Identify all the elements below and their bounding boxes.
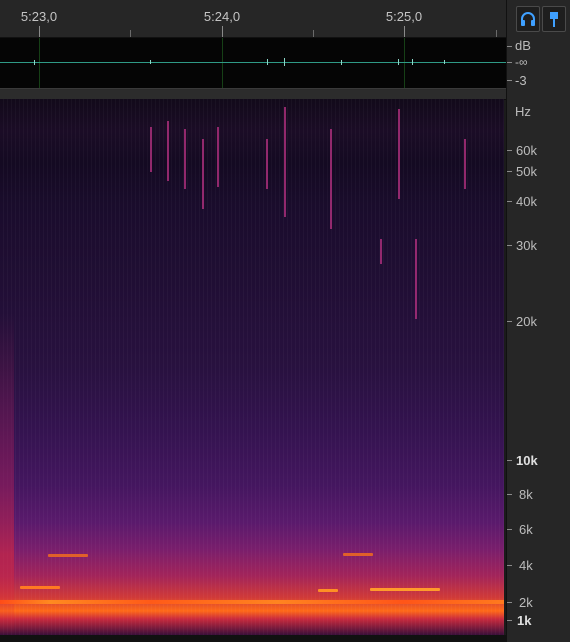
waveform-peak	[412, 59, 413, 65]
hz-label: 10k	[516, 453, 538, 468]
ruler-tick	[313, 30, 314, 37]
spectrogram-view[interactable]	[0, 99, 504, 635]
scale-tick	[507, 245, 512, 246]
spectral-trace	[217, 127, 219, 187]
ruler-tick	[222, 26, 223, 37]
hz-label: 60k	[516, 143, 537, 158]
marker-button[interactable]	[542, 6, 566, 32]
hz-label: 1k	[517, 613, 532, 628]
scale-tick	[507, 529, 512, 530]
scale-tick	[507, 201, 512, 202]
spectral-trace	[415, 239, 417, 319]
waveform-peak	[34, 60, 35, 65]
ruler-tick	[496, 30, 497, 37]
scale-tick	[507, 565, 512, 566]
db-label: -3	[515, 73, 527, 88]
scale-tick	[507, 620, 512, 621]
spectral-hot-band	[0, 600, 504, 604]
hz-unit-label: Hz	[515, 104, 531, 119]
spectral-hotspot	[370, 588, 440, 591]
scale-tick	[507, 150, 512, 151]
scale-tick	[507, 171, 512, 172]
waveform-peak	[398, 59, 399, 65]
spectral-trace	[284, 107, 286, 217]
scale-tick	[507, 46, 512, 47]
waveform-peak	[341, 60, 342, 65]
hz-label: 4k	[519, 558, 533, 573]
hz-label: 40k	[516, 194, 537, 209]
grid-line	[222, 38, 223, 88]
time-label: 5:25,0	[385, 9, 423, 24]
spectral-trace	[167, 121, 169, 181]
time-label: 5:23,0	[20, 9, 58, 24]
hz-label: 50k	[516, 164, 537, 179]
waveform-view[interactable]	[0, 38, 506, 88]
db-unit-label: dB	[515, 38, 531, 53]
spectral-trace	[380, 239, 382, 264]
scale-tick	[507, 321, 512, 322]
spectral-hotspot	[48, 554, 88, 557]
scale-tick	[507, 62, 512, 63]
grid-line	[39, 38, 40, 88]
spectral-trace	[398, 109, 400, 199]
spectral-trace	[330, 129, 332, 229]
headphones-button[interactable]	[516, 6, 540, 32]
hz-label: 8k	[519, 487, 533, 502]
waveform-peak	[284, 58, 285, 66]
waveform-line	[0, 62, 506, 63]
scale-tick	[507, 602, 512, 603]
waveform-peak	[444, 60, 445, 64]
scale-tick	[507, 460, 512, 461]
spectral-trace	[184, 129, 186, 189]
spectral-trace	[266, 139, 268, 189]
grid-line	[404, 38, 405, 88]
hz-label: 2k	[519, 595, 533, 610]
hz-label: 20k	[516, 314, 537, 329]
time-label: 5:24,0	[203, 9, 241, 24]
ruler-tick	[39, 26, 40, 37]
scale-panel: dB -∞ -3 Hz 60k 50k 40k 30k 20k 10k 8k 6…	[506, 0, 570, 642]
spectral-hotspot	[20, 586, 60, 589]
ruler-tick	[404, 26, 405, 37]
spectrogram-edge-energy	[0, 99, 14, 635]
waveform-peak	[267, 59, 268, 65]
time-ruler[interactable]: 5:23,0 5:24,0 5:25,0	[0, 0, 506, 38]
spectral-trace	[150, 127, 152, 172]
waveform-peak	[150, 60, 151, 64]
spectral-hotspot	[318, 589, 338, 592]
scale-tick	[507, 494, 512, 495]
hz-label: 6k	[519, 522, 533, 537]
hz-label: 30k	[516, 238, 537, 253]
spectral-hotspot	[343, 553, 373, 556]
spectral-trace	[464, 139, 466, 189]
spectral-trace	[202, 139, 204, 209]
ruler-tick	[130, 30, 131, 37]
scale-tick	[507, 80, 512, 81]
db-label: -∞	[515, 55, 528, 69]
scroll-strip[interactable]	[0, 635, 506, 642]
